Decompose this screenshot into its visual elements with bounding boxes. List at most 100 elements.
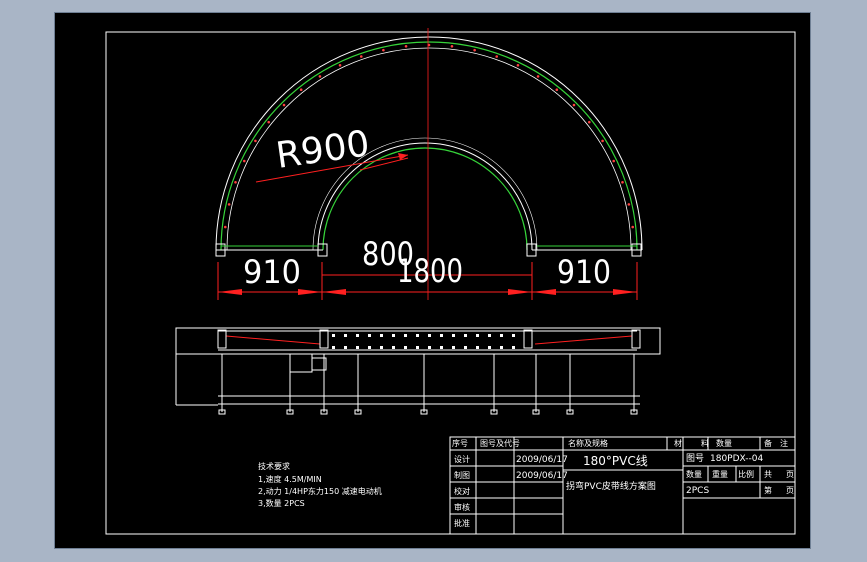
row-drawing: 制图 <box>454 470 470 480</box>
belt-stud <box>450 44 454 48</box>
weight-label: 重量 <box>712 469 728 479</box>
hdr-qty: 数量 <box>716 438 732 448</box>
product-title: 180°PVC线 <box>583 454 648 468</box>
belt-stud <box>612 159 615 163</box>
belt-stud <box>516 64 520 67</box>
drawing-no-label: 图号 <box>686 453 704 464</box>
design-date: 2009/06/17 <box>516 455 568 465</box>
roller-mark <box>488 334 491 337</box>
row-review: 审核 <box>454 502 470 512</box>
roller-mark <box>464 346 467 349</box>
row-design: 设计 <box>454 454 470 464</box>
roller-mark <box>428 346 431 349</box>
page-label-2: 页 <box>786 486 794 495</box>
belt-stud <box>227 203 231 206</box>
belt-stud <box>572 103 576 107</box>
roller-mark <box>512 346 515 349</box>
roller-mark <box>440 334 443 337</box>
arrow-5 <box>532 289 556 295</box>
belt-stud <box>473 48 476 52</box>
roller-mark <box>392 346 395 349</box>
belt-stud <box>282 103 286 107</box>
roller-mark <box>452 346 455 349</box>
belt-stud <box>536 75 540 78</box>
product-subtitle: 拐弯PVC皮带线方案图 <box>566 480 656 492</box>
hdr-code: 图号及代号 <box>480 438 520 448</box>
overall-span-label: 1800 <box>397 252 463 290</box>
belt-stud <box>382 48 385 52</box>
arrow-2 <box>298 289 322 295</box>
roller-mark <box>392 334 395 337</box>
belt-stud <box>299 88 303 92</box>
notes-line-2: 2,动力 1/4HP东力150 减速电动机 <box>258 486 382 496</box>
hdr-name: 名称及规格 <box>568 438 608 448</box>
row-check: 校对 <box>454 486 470 496</box>
right-straight-label: 910 <box>557 253 611 291</box>
arrow-3 <box>322 289 346 295</box>
arrow-4 <box>508 289 532 295</box>
roller-mark <box>452 334 455 337</box>
roller-mark <box>488 346 491 349</box>
belt-stud <box>223 225 227 229</box>
roller-mark <box>332 334 335 337</box>
belt-stud <box>587 120 591 124</box>
belt-stud <box>495 55 499 58</box>
belt-stud <box>621 180 624 184</box>
roller-mark <box>404 346 407 349</box>
right-belt-diag <box>534 335 633 345</box>
notes-line-3: 3,数量 2PCS <box>258 498 305 508</box>
drawing-date: 2009/06/17 <box>516 471 568 481</box>
roller-mark <box>476 334 479 337</box>
cad-drawing: R900 910 800 1800 910 技术要求 1,速度 4.5M/MIN… <box>105 28 796 535</box>
drawing-no: 180PDX--04 <box>710 454 763 464</box>
notes-title: 技术要求 <box>258 461 290 471</box>
arrow-6 <box>613 289 637 295</box>
left-end-pulley <box>217 329 227 349</box>
roller-mark <box>476 346 479 349</box>
tech-notes: 技术要求 1,速度 4.5M/MIN 2,动力 1/4HP东力150 减速电动机… <box>258 461 382 508</box>
roller-mark <box>380 346 383 349</box>
arrow-1 <box>218 289 242 295</box>
notes-line-1: 1,速度 4.5M/MIN <box>258 474 322 484</box>
roller-mark <box>368 334 371 337</box>
hdr-material: 材 <box>674 438 682 448</box>
motor-box <box>289 353 313 373</box>
belt-stud <box>254 139 257 143</box>
right-end-pulley <box>631 329 641 349</box>
roller-mark <box>380 334 383 337</box>
mid-pulley-left <box>319 329 329 349</box>
belt-stud <box>318 75 322 78</box>
roller-mark <box>440 346 443 349</box>
cad-viewport[interactable]: R900 910 800 1800 910 技术要求 1,速度 4.5M/MIN… <box>0 0 867 562</box>
scale-label: 比例 <box>738 469 754 479</box>
belt-stud <box>267 120 271 124</box>
belt-stud <box>404 44 408 48</box>
qty-value: 2PCS <box>686 486 709 496</box>
roller-mark <box>500 346 503 349</box>
roller-mark <box>512 334 515 337</box>
qty-label: 数量 <box>686 469 702 479</box>
belt-stud <box>627 203 631 206</box>
roller-mark <box>428 334 431 337</box>
roller-mark <box>356 346 359 349</box>
mid-pulley-right <box>523 329 533 349</box>
roller-mark <box>404 334 407 337</box>
roller-mark <box>416 334 419 337</box>
belt-stud <box>555 88 559 92</box>
page-label: 第 <box>764 485 772 495</box>
roller-mark <box>368 346 371 349</box>
left-straight-label: 910 <box>243 253 301 291</box>
sheet-label: 共 <box>764 470 772 479</box>
roller-mark <box>332 346 335 349</box>
roller-mark <box>344 346 347 349</box>
belt-stud <box>601 139 604 143</box>
belt-stud <box>234 180 237 184</box>
belt-stud <box>338 64 342 67</box>
roller-mark <box>344 334 347 337</box>
belt-stud <box>631 225 635 229</box>
row-approve: 批准 <box>454 518 470 528</box>
belt-stud <box>243 159 246 163</box>
roller-mark <box>500 334 503 337</box>
sheet-label-2: 页 <box>786 470 794 479</box>
left-belt-diag <box>225 335 321 345</box>
